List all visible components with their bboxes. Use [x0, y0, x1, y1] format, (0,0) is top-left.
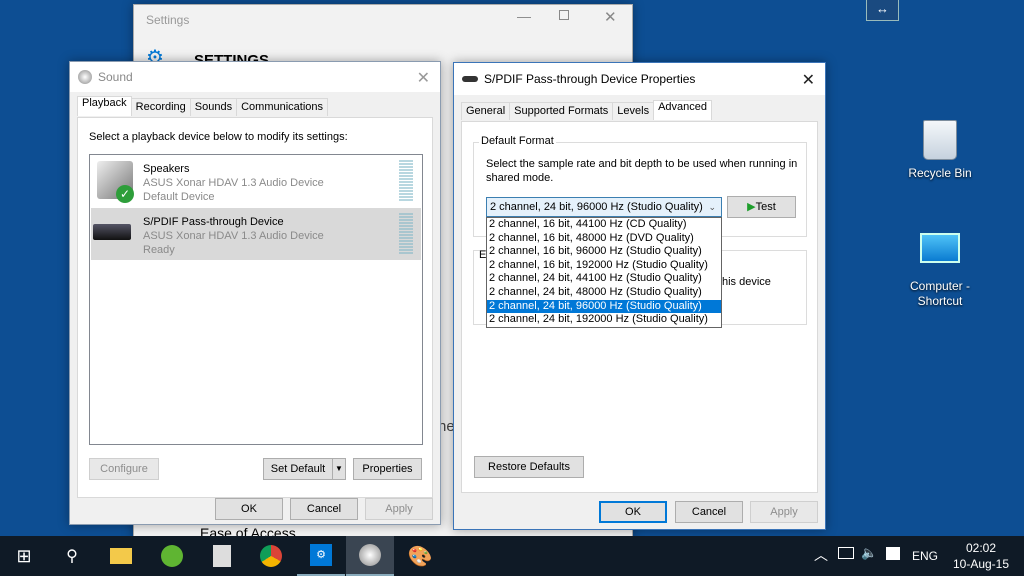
- format-option-selected[interactable]: 2 channel, 24 bit, 96000 Hz (Studio Qual…: [487, 299, 721, 314]
- apply-button[interactable]: Apply: [750, 501, 818, 523]
- format-option[interactable]: 2 channel, 16 bit, 48000 Hz (DVD Quality…: [487, 232, 721, 246]
- restore-defaults-button[interactable]: Restore Defaults: [474, 456, 584, 478]
- device-status: Ready: [143, 244, 175, 256]
- desktop-icon-computer[interactable]: Computer - Shortcut: [905, 233, 975, 309]
- taskbar-utorrent[interactable]: [148, 536, 196, 576]
- device-name: Speakers: [143, 163, 190, 175]
- maximize-button[interactable]: [559, 10, 569, 20]
- chevron-down-icon: ⌄: [708, 202, 716, 212]
- calculator-icon: [213, 545, 231, 567]
- device-list[interactable]: ✓ Speakers ASUS Xonar HDAV 1.3 Audio Dev…: [89, 154, 423, 445]
- gear-icon: ⚙: [310, 544, 332, 566]
- instruction-text: Select a playback device below to modify…: [89, 131, 348, 143]
- top-right-resize-button[interactable]: ↔: [866, 0, 899, 21]
- format-option[interactable]: 2 channel, 16 bit, 192000 Hz (Studio Qua…: [487, 259, 721, 273]
- sound-dialog: Sound ✕ Playback Recording Sounds Commun…: [69, 61, 441, 525]
- device-driver: ASUS Xonar HDAV 1.3 Audio Device: [143, 230, 324, 242]
- set-default-button[interactable]: Set Default: [263, 458, 333, 480]
- exclusive-text: his device: [722, 276, 771, 288]
- close-button[interactable]: ✕: [802, 70, 815, 90]
- format-description: Select the sample rate and bit depth to …: [486, 158, 798, 184]
- clock[interactable]: 02:02 10-Aug-15: [946, 540, 1016, 572]
- tab-supported-formats[interactable]: Supported Formats: [509, 102, 614, 120]
- desktop-icon-recycle-bin[interactable]: Recycle Bin: [905, 120, 975, 180]
- format-select[interactable]: 2 channel, 24 bit, 96000 Hz (Studio Qual…: [486, 197, 722, 217]
- settings-title: Settings: [146, 13, 190, 27]
- minimize-button[interactable]: —: [517, 8, 531, 24]
- device-driver: ASUS Xonar HDAV 1.3 Audio Device: [143, 177, 324, 189]
- dialog-title: S/PDIF Pass-through Device Properties: [484, 72, 696, 86]
- spdif-titlebar: S/PDIF Pass-through Device Properties: [454, 63, 825, 95]
- default-format-label: Default Format: [479, 135, 556, 147]
- properties-button[interactable]: Properties: [353, 458, 422, 480]
- windows-icon: ⊞: [16, 545, 32, 566]
- computer-icon: [920, 233, 960, 263]
- close-button[interactable]: ✕: [417, 68, 430, 88]
- cancel-button[interactable]: Cancel: [675, 501, 743, 523]
- desktop-icon-label: Recycle Bin: [908, 166, 972, 180]
- default-check-icon: ✓: [116, 185, 134, 203]
- taskbar-file-explorer[interactable]: [97, 536, 145, 576]
- taskbar-paint[interactable]: 🎨: [396, 536, 444, 576]
- clock-date: 10-Aug-15: [952, 557, 1010, 571]
- device-status: Default Device: [143, 191, 215, 203]
- device-item-speakers[interactable]: ✓ Speakers ASUS Xonar HDAV 1.3 Audio Dev…: [91, 155, 421, 207]
- receiver-icon: [462, 76, 478, 82]
- utorrent-icon: [161, 545, 183, 567]
- paint-icon: 🎨: [407, 545, 433, 568]
- ok-button[interactable]: OK: [215, 498, 283, 520]
- sound-icon: [359, 544, 381, 566]
- desktop-icon-label: Computer - Shortcut: [909, 279, 971, 308]
- tab-sounds[interactable]: Sounds: [189, 98, 238, 116]
- format-option[interactable]: 2 channel, 24 bit, 48000 Hz (Studio Qual…: [487, 286, 721, 300]
- volume-meter: [399, 213, 413, 255]
- tab-advanced[interactable]: Advanced: [653, 100, 713, 120]
- ok-button[interactable]: OK: [599, 501, 667, 523]
- play-icon: ▶: [747, 201, 756, 213]
- taskbar-settings[interactable]: ⚙: [297, 536, 345, 576]
- taskbar-sound[interactable]: [346, 536, 394, 576]
- tab-communications[interactable]: Communications: [236, 98, 329, 116]
- sound-icon: [78, 70, 92, 84]
- dialog-title: Sound: [98, 70, 133, 84]
- action-center-icon[interactable]: [886, 547, 900, 560]
- close-button[interactable]: ✕: [604, 8, 617, 26]
- tab-playback[interactable]: Playback: [77, 96, 132, 116]
- chrome-icon: [260, 545, 282, 567]
- tab-recording[interactable]: Recording: [130, 98, 191, 116]
- set-default-dropdown-arrow[interactable]: ▼: [332, 458, 346, 480]
- apply-button[interactable]: Apply: [365, 498, 433, 520]
- volume-icon[interactable]: 🔈: [861, 545, 877, 561]
- format-select-value: 2 channel, 24 bit, 96000 Hz (Studio Qual…: [490, 201, 703, 213]
- search-button[interactable]: ⚲: [48, 536, 96, 576]
- format-option[interactable]: 2 channel, 24 bit, 192000 Hz (Studio Qua…: [487, 313, 721, 327]
- show-hidden-icons[interactable]: ︿: [814, 545, 828, 565]
- folder-icon: [110, 548, 132, 564]
- taskbar-calculator[interactable]: [198, 536, 246, 576]
- receiver-icon: [93, 224, 131, 240]
- clock-time: 02:02: [965, 541, 997, 555]
- tab-levels[interactable]: Levels: [612, 102, 655, 120]
- configure-button[interactable]: Configure: [89, 458, 159, 480]
- format-option[interactable]: 2 channel, 24 bit, 44100 Hz (Studio Qual…: [487, 272, 721, 286]
- language-indicator[interactable]: ENG: [912, 549, 938, 563]
- device-item-spdif[interactable]: S/PDIF Pass-through Device ASUS Xonar HD…: [91, 208, 421, 260]
- start-button[interactable]: ⊞: [0, 536, 48, 576]
- recycle-bin-icon: [923, 120, 957, 160]
- device-name: S/PDIF Pass-through Device: [143, 216, 284, 228]
- format-dropdown-list[interactable]: 2 channel, 16 bit, 44100 Hz (CD Quality)…: [486, 217, 722, 328]
- test-button[interactable]: ▶Test: [727, 196, 796, 218]
- search-icon: ⚲: [66, 548, 78, 565]
- format-option[interactable]: 2 channel, 16 bit, 96000 Hz (Studio Qual…: [487, 245, 721, 259]
- taskbar-chrome[interactable]: [247, 536, 295, 576]
- network-icon[interactable]: [838, 547, 854, 559]
- tab-general[interactable]: General: [461, 102, 511, 120]
- spdif-properties-dialog: S/PDIF Pass-through Device Properties ✕ …: [453, 62, 826, 530]
- volume-meter: [399, 160, 413, 202]
- cancel-button[interactable]: Cancel: [290, 498, 358, 520]
- format-option[interactable]: 2 channel, 16 bit, 44100 Hz (CD Quality): [487, 218, 721, 232]
- sound-titlebar: Sound: [70, 62, 440, 92]
